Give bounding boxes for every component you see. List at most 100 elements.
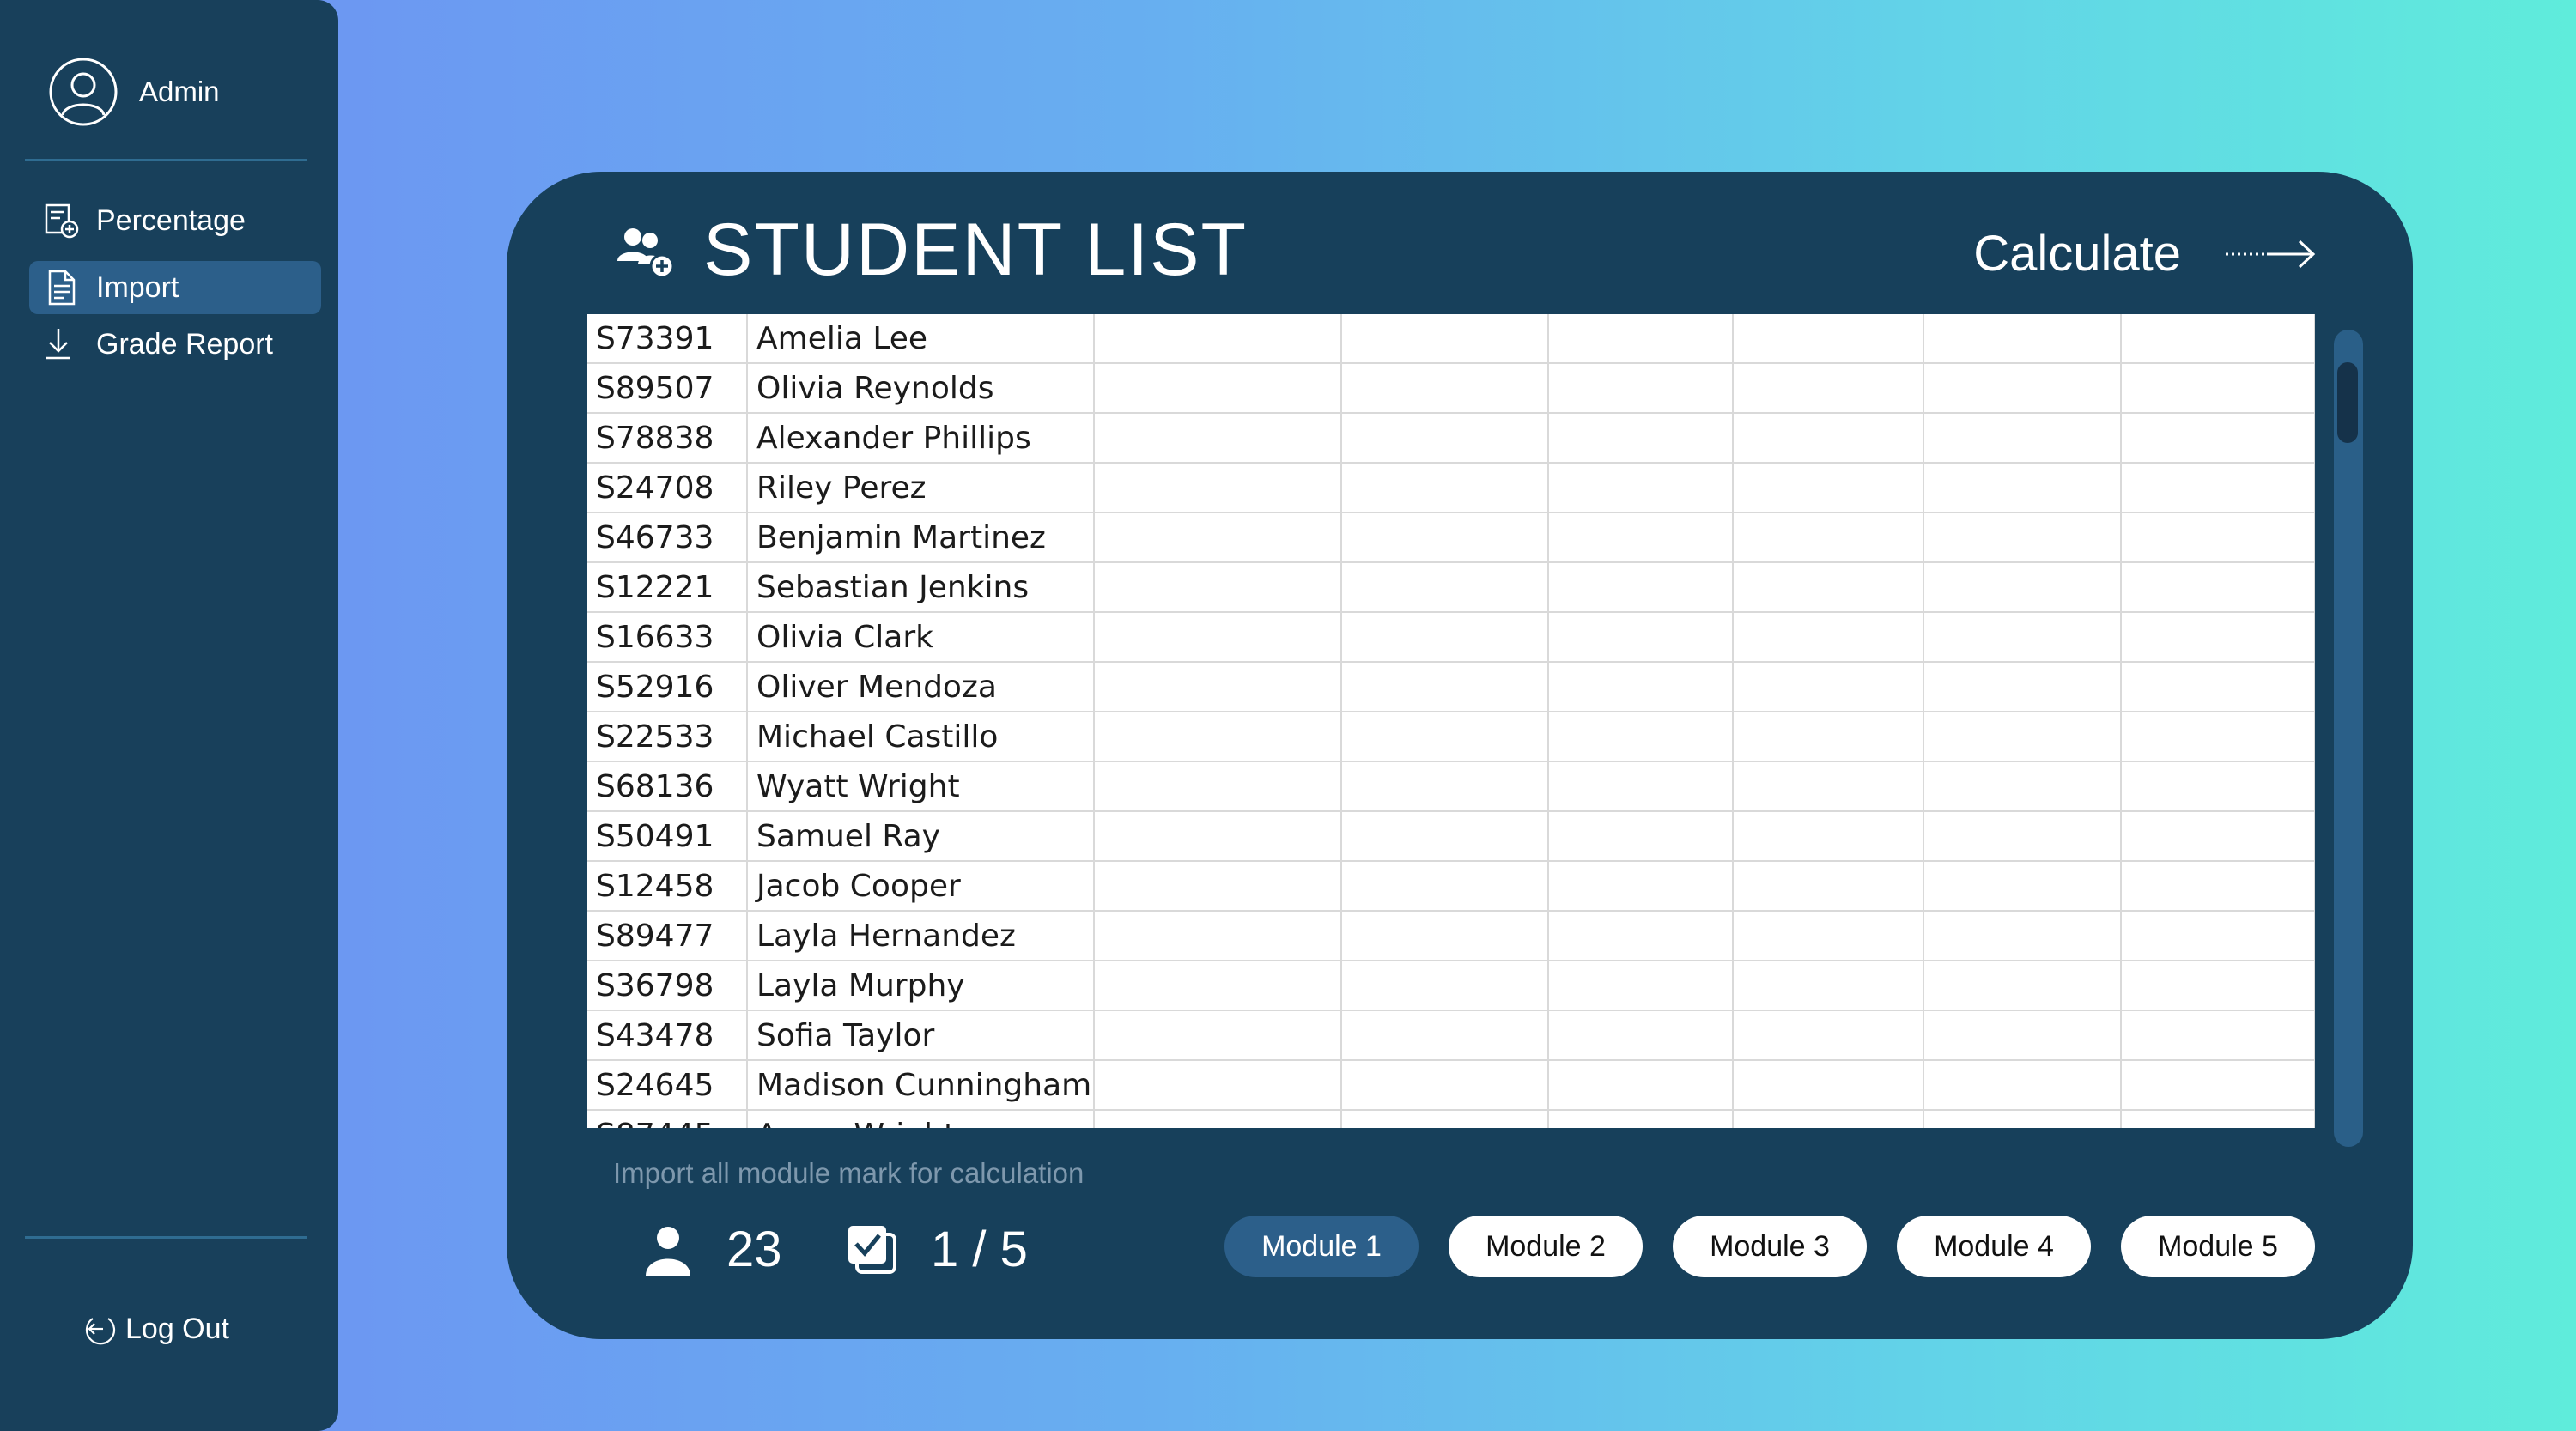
logout-button[interactable]: Log Out <box>82 1310 229 1348</box>
empty-cell[interactable] <box>2121 861 2315 912</box>
empty-cell[interactable] <box>1341 363 1549 414</box>
empty-cell[interactable] <box>1341 712 1549 762</box>
empty-cell[interactable] <box>1548 562 1734 613</box>
student-id-cell[interactable]: S73391 <box>587 314 748 364</box>
empty-cell[interactable] <box>1733 761 1924 812</box>
empty-cell[interactable] <box>2121 961 2315 1011</box>
student-name-cell[interactable]: Jacob Cooper <box>747 861 1095 912</box>
empty-cell[interactable] <box>1733 911 1924 961</box>
module-5-button[interactable]: Module 5 <box>2121 1216 2315 1277</box>
empty-cell[interactable] <box>1923 811 2122 862</box>
empty-cell[interactable] <box>2121 512 2315 563</box>
empty-cell[interactable] <box>2121 662 2315 712</box>
student-id-cell[interactable]: S22533 <box>587 712 748 762</box>
student-id-cell[interactable]: S68136 <box>587 761 748 812</box>
empty-cell[interactable] <box>2121 911 2315 961</box>
student-name-cell[interactable]: Layla Hernandez <box>747 911 1095 961</box>
empty-cell[interactable] <box>1548 314 1734 364</box>
module-4-button[interactable]: Module 4 <box>1897 1216 2091 1277</box>
empty-cell[interactable] <box>1094 314 1342 364</box>
student-id-cell[interactable]: S24645 <box>587 1060 748 1111</box>
empty-cell[interactable] <box>1094 463 1342 513</box>
empty-cell[interactable] <box>1733 413 1924 464</box>
empty-cell[interactable] <box>1733 314 1924 364</box>
empty-cell[interactable] <box>1733 612 1924 663</box>
empty-cell[interactable] <box>1733 1010 1924 1061</box>
empty-cell[interactable] <box>1341 811 1549 862</box>
empty-cell[interactable] <box>1094 1060 1342 1111</box>
empty-cell[interactable] <box>1923 612 2122 663</box>
student-name-cell[interactable]: Madison Cunningham <box>747 1060 1095 1111</box>
empty-cell[interactable] <box>1548 761 1734 812</box>
table-row[interactable]: S16633 Olivia Clark <box>587 612 2315 663</box>
empty-cell[interactable] <box>1733 712 1924 762</box>
empty-cell[interactable] <box>1341 562 1549 613</box>
empty-cell[interactable] <box>1733 363 1924 414</box>
empty-cell[interactable] <box>1548 911 1734 961</box>
student-name-cell[interactable]: Sebastian Jenkins <box>747 562 1095 613</box>
empty-cell[interactable] <box>1923 911 2122 961</box>
empty-cell[interactable] <box>1094 612 1342 663</box>
empty-cell[interactable] <box>1923 662 2122 712</box>
empty-cell[interactable] <box>1733 1110 1924 1128</box>
module-2-button[interactable]: Module 2 <box>1449 1216 1643 1277</box>
empty-cell[interactable] <box>1923 1110 2122 1128</box>
empty-cell[interactable] <box>1094 811 1342 862</box>
empty-cell[interactable] <box>1341 961 1549 1011</box>
student-id-cell[interactable]: S12458 <box>587 861 748 912</box>
empty-cell[interactable] <box>1094 363 1342 414</box>
empty-cell[interactable] <box>2121 1010 2315 1061</box>
table-row[interactable]: S78838 Alexander Phillips <box>587 413 2315 464</box>
empty-cell[interactable] <box>1548 861 1734 912</box>
module-3-button[interactable]: Module 3 <box>1673 1216 1867 1277</box>
empty-cell[interactable] <box>1341 612 1549 663</box>
student-name-cell[interactable]: Riley Perez <box>747 463 1095 513</box>
empty-cell[interactable] <box>1341 463 1549 513</box>
student-id-cell[interactable]: S89477 <box>587 911 748 961</box>
empty-cell[interactable] <box>2121 811 2315 862</box>
empty-cell[interactable] <box>1733 463 1924 513</box>
empty-cell[interactable] <box>1548 961 1734 1011</box>
empty-cell[interactable] <box>1548 512 1734 563</box>
student-name-cell[interactable]: Benjamin Martinez <box>747 512 1095 563</box>
scrollbar-thumb[interactable] <box>2337 362 2358 443</box>
calculate-button[interactable]: Calculate <box>1973 225 2318 282</box>
student-id-cell[interactable]: S43478 <box>587 1010 748 1061</box>
table-row[interactable]: S43478 Sofia Taylor <box>587 1010 2315 1061</box>
student-id-cell[interactable]: S78838 <box>587 413 748 464</box>
empty-cell[interactable] <box>1548 1060 1734 1111</box>
empty-cell[interactable] <box>1341 861 1549 912</box>
empty-cell[interactable] <box>1548 1110 1734 1128</box>
empty-cell[interactable] <box>1548 463 1734 513</box>
sidebar-item-percentage[interactable]: Percentage <box>29 194 321 247</box>
sidebar-item-import[interactable]: Import <box>29 261 321 314</box>
empty-cell[interactable] <box>1341 1010 1549 1061</box>
empty-cell[interactable] <box>1733 1060 1924 1111</box>
empty-cell[interactable] <box>1094 861 1342 912</box>
empty-cell[interactable] <box>1923 562 2122 613</box>
empty-cell[interactable] <box>1341 413 1549 464</box>
student-name-cell[interactable]: Alexander Phillips <box>747 413 1095 464</box>
empty-cell[interactable] <box>2121 463 2315 513</box>
empty-cell[interactable] <box>1341 1110 1549 1128</box>
student-name-cell[interactable]: Sofia Taylor <box>747 1010 1095 1061</box>
scrollbar-track[interactable] <box>2334 330 2363 1147</box>
empty-cell[interactable] <box>1923 712 2122 762</box>
student-id-cell[interactable]: S16633 <box>587 612 748 663</box>
empty-cell[interactable] <box>1341 662 1549 712</box>
table-row[interactable]: S24708 Riley Perez <box>587 463 2315 513</box>
student-name-cell[interactable]: Amelia Lee <box>747 314 1095 364</box>
empty-cell[interactable] <box>1923 363 2122 414</box>
empty-cell[interactable] <box>1094 961 1342 1011</box>
table-row[interactable]: S89507 Olivia Reynolds <box>587 363 2315 414</box>
table-row[interactable]: S52916 Oliver Mendoza <box>587 662 2315 712</box>
empty-cell[interactable] <box>1733 512 1924 563</box>
table-row[interactable]: S24645 Madison Cunningham <box>587 1060 2315 1111</box>
student-id-cell[interactable]: S24708 <box>587 463 748 513</box>
empty-cell[interactable] <box>1923 314 2122 364</box>
student-name-cell[interactable]: Avery Wright <box>747 1110 1095 1128</box>
empty-cell[interactable] <box>1548 712 1734 762</box>
empty-cell[interactable] <box>1094 1010 1342 1061</box>
empty-cell[interactable] <box>2121 612 2315 663</box>
empty-cell[interactable] <box>1548 363 1734 414</box>
